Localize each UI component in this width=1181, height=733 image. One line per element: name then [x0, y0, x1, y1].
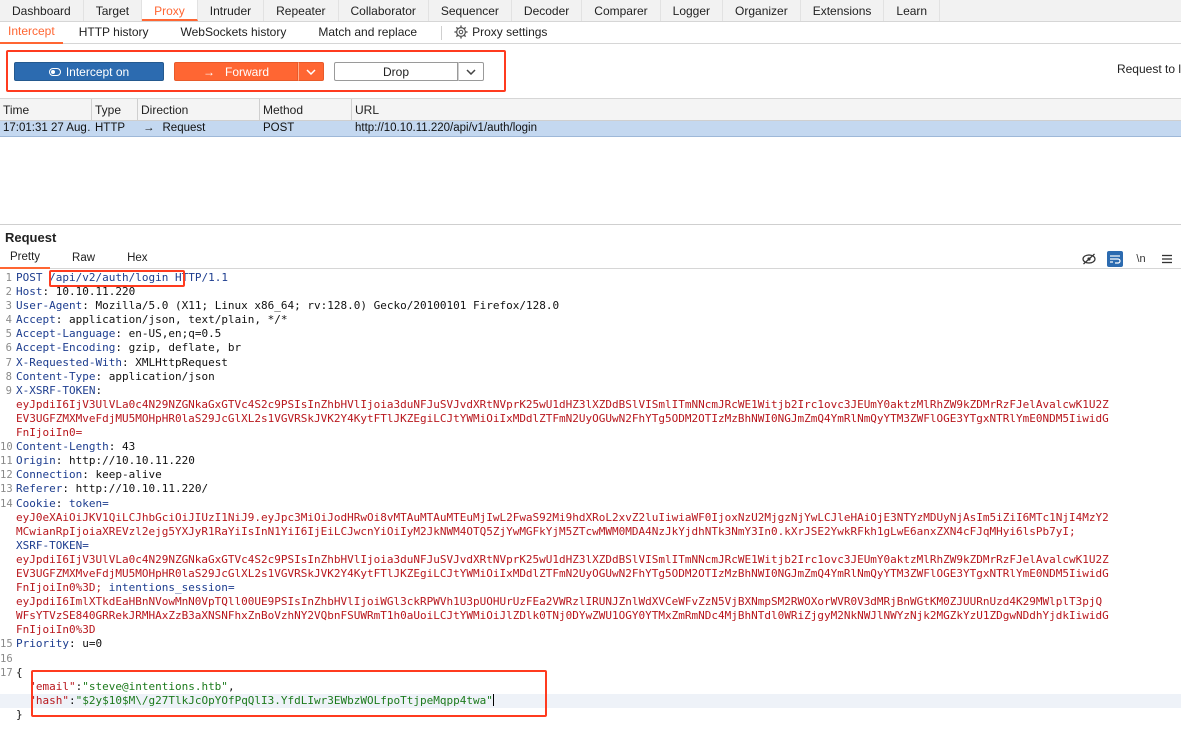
highlight-box-body — [31, 670, 547, 717]
proxy-sub-tab-bar: Intercept HTTP history WebSockets histor… — [0, 22, 1181, 44]
code-line: 9 X-XSRF-TOKEN: — [5, 383, 103, 397]
tab-repeater[interactable]: Repeater — [264, 0, 339, 21]
code-line: 12 Connection: keep-alive — [0, 468, 162, 482]
code-line: XSRF-TOKEN= — [16, 538, 89, 552]
tab-sequencer[interactable]: Sequencer — [429, 0, 512, 21]
code-line: 16 — [0, 652, 13, 665]
drop-dropdown-button[interactable] — [458, 62, 484, 81]
column-header-method[interactable]: Method — [260, 99, 352, 120]
tab-dashboard[interactable]: Dashboard — [0, 0, 84, 21]
highlight-box-path — [49, 270, 185, 287]
tab-proxy[interactable]: Proxy — [142, 0, 198, 21]
forward-dropdown-button[interactable] — [298, 62, 324, 81]
code-line: 7 X-Requested-With: XMLHttpRequest — [5, 355, 228, 369]
editor-icons: \n — [1081, 251, 1175, 267]
drop-button[interactable]: Drop — [334, 62, 458, 81]
code-line: 14 Cookie: token= — [0, 496, 109, 510]
code-line: FnIjoiIn0%3D — [16, 623, 96, 637]
request-method: POST — [16, 271, 43, 284]
tab-logger[interactable]: Logger — [661, 0, 724, 21]
request-editor[interactable]: 1 POST /api/v2/auth/login HTTP/1.1 2 Host:… — [0, 269, 1181, 722]
request-to-label: Request to l — [1116, 62, 1181, 76]
menu-icon[interactable] — [1159, 251, 1175, 267]
intercept-toggle-button[interactable]: Intercept on — [14, 62, 164, 81]
code-line: 13 Referer: http://10.10.11.220/ — [0, 482, 209, 496]
column-header-url[interactable]: URL — [352, 99, 1181, 120]
cell-type: HTTP — [95, 122, 126, 134]
code-line: 10 Content-Length: 43 — [0, 440, 136, 454]
table-header: Time Type Direction Method URL — [0, 99, 1181, 121]
intercept-queue-table: Time Type Direction Method URL 17:01:31 … — [0, 99, 1181, 225]
forward-button[interactable]: → Forward — [174, 62, 298, 81]
tab-target[interactable]: Target — [84, 0, 143, 21]
code-line: eyJ0eXAiOiJKV1QiLCJhbGciOiJIUzI1NiJ9.eyJ… — [16, 510, 1109, 524]
code-line: 15 Priority: u=0 — [0, 637, 103, 651]
table-row[interactable]: 17:01:31 27 Aug… HTTP → Request POST http… — [0, 121, 1181, 137]
code-line: 8 Content-Type: application/json — [5, 369, 215, 383]
code-line: 5 Accept-Language: en-US,en;q=0.5 — [5, 327, 222, 341]
request-pane-title: Request — [5, 230, 57, 245]
code-line: 6 Accept-Encoding: gzip, deflate, br — [5, 341, 242, 355]
code-line: FnIjoiIn0= — [16, 426, 83, 440]
code-line: eyJpdiI6IjV3UlVLa0c4N29NZGNkaGxGTVc4S2c9… — [16, 397, 1109, 411]
cell-method: POST — [263, 122, 295, 134]
newline-icon[interactable]: \n — [1133, 251, 1149, 267]
chevron-down-icon — [306, 68, 316, 75]
subtab-proxy-settings[interactable]: Proxy settings — [450, 22, 551, 43]
proxy-settings-label: Proxy settings — [472, 25, 548, 39]
editor-view-tabs: Pretty Raw Hex \n — [0, 249, 1181, 269]
intercept-label: Intercept on — [65, 64, 130, 79]
direction-text: Request — [162, 122, 206, 134]
toggle-icon — [48, 67, 61, 76]
tab-intruder[interactable]: Intruder — [198, 0, 265, 21]
intercept-toolbar: Intercept on → Forward Drop Request to l — [0, 44, 1181, 99]
tab-collaborator[interactable]: Collaborator — [339, 0, 429, 21]
code-line: eyJpdiI6ImlXTkdEaHBnNVowMnN0VpTQll00UE9P… — [16, 595, 1103, 609]
cell-direction: → Request — [138, 121, 260, 136]
code-line: 3 User-Agent: Mozilla/5.0 (X11; Linux x86… — [5, 299, 560, 313]
hide-icon[interactable] — [1081, 251, 1097, 267]
code-line: 4 Accept: application/json, text/plain, *… — [5, 313, 288, 327]
tab-learn[interactable]: Learn — [884, 0, 941, 21]
cell-time: 17:01:31 27 Aug… — [3, 122, 92, 134]
tab-organizer[interactable]: Organizer — [723, 0, 801, 21]
view-tab-pretty[interactable]: Pretty — [0, 248, 51, 269]
tab-decoder[interactable]: Decoder — [512, 0, 583, 21]
gear-icon — [454, 25, 468, 39]
forward-label: Forward — [224, 64, 269, 79]
arrow-right-icon: → — [202, 64, 215, 79]
chevron-down-icon — [466, 68, 476, 75]
subtab-websockets-history[interactable]: WebSockets history — [165, 22, 303, 43]
code-line: WFsYTVzSE840GRRekJRMHAxZzB3aXNSNFhxZnBoV… — [16, 609, 1109, 623]
code-line: 2 Host: 10.10.11.220 — [5, 285, 136, 299]
column-header-type[interactable]: Type — [92, 99, 138, 120]
subtab-intercept[interactable]: Intercept — [0, 21, 63, 44]
subtab-http-history[interactable]: HTTP history — [63, 22, 165, 43]
code-line: EV3UGFZMXMveFdjMU5MOHpHR0laS29JcGlXL2s1V… — [16, 566, 1109, 580]
top-tab-bar: Dashboard Target Proxy Intruder Repeater… — [0, 0, 1181, 22]
word-wrap-icon[interactable] — [1107, 251, 1123, 267]
view-tab-raw[interactable]: Raw — [50, 249, 117, 268]
arrow-right-icon: → — [143, 122, 155, 134]
column-header-direction[interactable]: Direction — [138, 99, 260, 120]
code-line: EV3UGFZMXMveFdjMU5MOHpHR0laS29JcGlXL2s1V… — [16, 411, 1109, 425]
tab-extensions[interactable]: Extensions — [801, 0, 885, 21]
column-header-time[interactable]: Time — [0, 99, 92, 120]
view-tab-hex[interactable]: Hex — [117, 249, 157, 268]
tab-comparer[interactable]: Comparer — [582, 0, 661, 21]
cell-url: http://10.10.11.220/api/v1/auth/login — [355, 122, 538, 134]
code-line: MCwianRpIjoiaXREVzl2ejg5YXJyR1RaYiIsInN1… — [16, 524, 1076, 538]
code-line: 11 Origin: http://10.10.11.220 — [0, 454, 195, 468]
subtab-match-replace[interactable]: Match and replace — [302, 22, 433, 43]
code-line: FnIjoiIn0%3D; intentions_session= — [16, 581, 235, 595]
code-line: eyJpdiI6IjV3UlVLa0c4N29NZGNkaGxGTVc4S2c9… — [16, 552, 1109, 566]
subtab-separator — [441, 25, 443, 40]
